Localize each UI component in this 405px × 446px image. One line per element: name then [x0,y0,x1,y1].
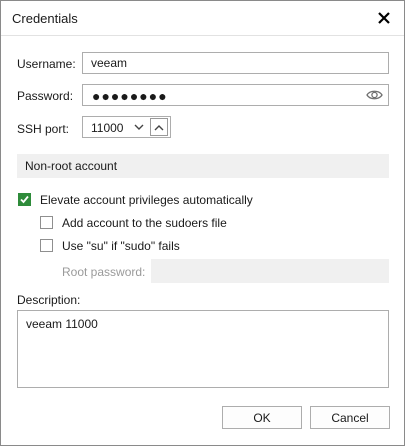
username-label: Username: [17,57,76,71]
ssh-port-label: SSH port: [17,122,70,136]
root-password-field [151,259,389,283]
ok-button[interactable]: OK [222,406,302,429]
password-label: Password: [17,89,74,103]
password-field[interactable]: ●●●●●●●● [82,84,389,106]
sudoers-label[interactable]: Add account to the sudoers file [62,216,227,230]
chevron-up-icon [154,124,164,130]
ssh-port-decrement-button[interactable] [130,118,148,136]
use-su-checkbox[interactable] [40,239,53,252]
root-password-label: Root password: [62,265,146,279]
elevate-privileges-checkbox[interactable] [18,193,31,206]
ssh-port-stepper[interactable]: 11000 [82,116,171,138]
credentials-dialog: Credentials Username: Password: ●●●●●●●●… [0,0,405,446]
description-textarea[interactable]: veeam 11000 [17,310,389,388]
ssh-port-value: 11000 [91,121,124,135]
non-root-section-title: Non-root account [25,159,118,173]
elevate-privileges-label[interactable]: Elevate account privileges automatically [40,193,253,207]
password-masked-value: ●●●●●●●● [92,88,168,104]
ssh-port-increment-button[interactable] [150,118,168,136]
use-su-label[interactable]: Use "su" if "sudo" fails [62,239,180,253]
username-field[interactable] [82,52,389,74]
description-label: Description: [17,293,81,307]
show-password-button[interactable] [366,88,383,105]
sudoers-checkbox[interactable] [40,216,53,229]
cancel-button[interactable]: Cancel [310,406,390,429]
dialog-title: Credentials [12,11,78,26]
non-root-section-header: Non-root account [17,154,389,178]
checkmark-icon [20,195,29,204]
close-icon [378,12,390,24]
eye-icon [366,90,383,100]
username-input[interactable] [83,53,388,73]
chevron-down-icon [134,124,144,130]
close-button[interactable] [372,6,396,30]
title-bar: Credentials [1,1,404,36]
